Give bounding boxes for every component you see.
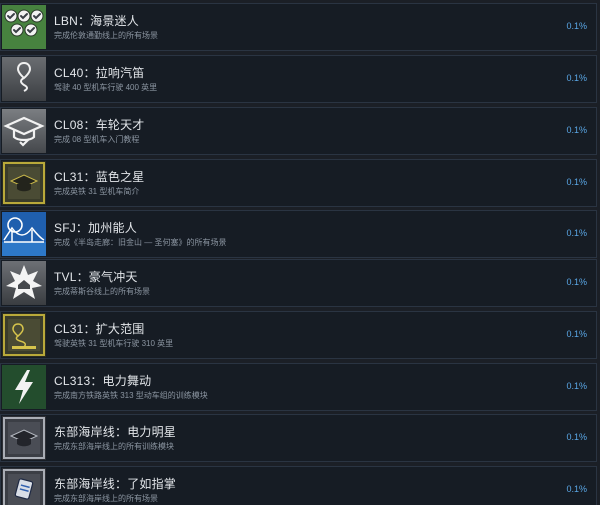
achievement-row[interactable]: 东部海岸线：了如指掌 完成东部海岸线上的所有场景 0.1% (0, 466, 597, 505)
unlock-percent: 0.1% (566, 21, 587, 31)
achievement-row[interactable]: TVL：豪气冲天 完成蒂斯谷线上的所有场景 0.1% (0, 259, 597, 307)
achievement-description: 完成南方铁路英铁 313 型动车组的训练模块 (54, 391, 208, 400)
achievement-title: LBN：海景迷人 (54, 14, 139, 28)
unlock-percent: 0.1% (566, 177, 587, 187)
achievement-description: 驾驶英铁 31 型机车行驶 310 英里 (54, 339, 174, 348)
achievement-list: LBN：海景迷人 完成伦敦通勤线上的所有场景 0.1% CL40：拉响汽笛 驾驶… (0, 0, 600, 505)
achievement-row[interactable]: SFJ：加州能人 完成《半岛走廊：旧金山 — 圣何塞》的所有场景 0.1% (0, 210, 597, 258)
unlock-percent: 0.1% (566, 484, 587, 494)
gold-cap-icon (2, 161, 46, 205)
achievement-description: 完成 08 型机车入门教程 (54, 135, 140, 144)
silver-cap-icon (2, 416, 46, 460)
achievement-title: TVL：豪气冲天 (54, 270, 138, 284)
achievement-row[interactable]: CL40：拉响汽笛 驾驶 40 型机车行驶 400 英里 0.1% (0, 55, 597, 103)
achievement-row[interactable]: CL08：车轮天才 完成 08 型机车入门教程 0.1% (0, 107, 597, 155)
gold-route-icon (2, 313, 46, 357)
achievement-title: 东部海岸线：了如指掌 (54, 477, 177, 491)
achievement-description: 完成东部海岸线上的所有场景 (54, 494, 158, 503)
unlock-percent: 0.1% (566, 381, 587, 391)
achievement-title: CL08：车轮天才 (54, 118, 145, 132)
achievement-description: 完成《半岛走廊：旧金山 — 圣何塞》的所有场景 (54, 238, 227, 247)
achievement-row[interactable]: LBN：海景迷人 完成伦敦通勤线上的所有场景 0.1% (0, 3, 597, 51)
lightning-icon (2, 365, 46, 409)
achievement-title: CL313：电力舞动 (54, 374, 152, 388)
achievement-title: CL31：蓝色之星 (54, 170, 145, 184)
achievement-title: 东部海岸线：电力明星 (54, 425, 177, 439)
achievement-description: 完成蒂斯谷线上的所有场景 (54, 287, 150, 296)
graduation-cap-icon (2, 109, 46, 153)
route-400-icon (2, 57, 46, 101)
unlock-percent: 0.1% (566, 125, 587, 135)
unlock-percent: 0.1% (566, 432, 587, 442)
achievement-description: 驾驶 40 型机车行驶 400 英里 (54, 83, 158, 92)
star-burst-icon (2, 261, 46, 305)
achievement-description: 完成东部海岸线上的所有训练模块 (54, 442, 174, 451)
checkmarks-icon (2, 5, 46, 49)
achievement-row[interactable]: CL31：蓝色之星 完成英铁 31 型机车简介 0.1% (0, 159, 597, 207)
achievement-row[interactable]: CL31：扩大范围 驾驶英铁 31 型机车行驶 310 英里 0.1% (0, 311, 597, 359)
achievement-row[interactable]: 东部海岸线：电力明星 完成东部海岸线上的所有训练模块 0.1% (0, 414, 597, 462)
book-icon (2, 468, 46, 505)
achievement-title: CL31：扩大范围 (54, 322, 145, 336)
unlock-percent: 0.1% (566, 277, 587, 287)
achievement-description: 完成英铁 31 型机车简介 (54, 187, 140, 196)
unlock-percent: 0.1% (566, 73, 587, 83)
bridge-icon (2, 212, 46, 256)
unlock-percent: 0.1% (566, 329, 587, 339)
achievement-description: 完成伦敦通勤线上的所有场景 (54, 31, 158, 40)
unlock-percent: 0.1% (566, 228, 587, 238)
achievement-row[interactable]: CL313：电力舞动 完成南方铁路英铁 313 型动车组的训练模块 0.1% (0, 363, 597, 411)
achievement-title: CL40：拉响汽笛 (54, 66, 145, 80)
achievement-title: SFJ：加州能人 (54, 221, 137, 235)
